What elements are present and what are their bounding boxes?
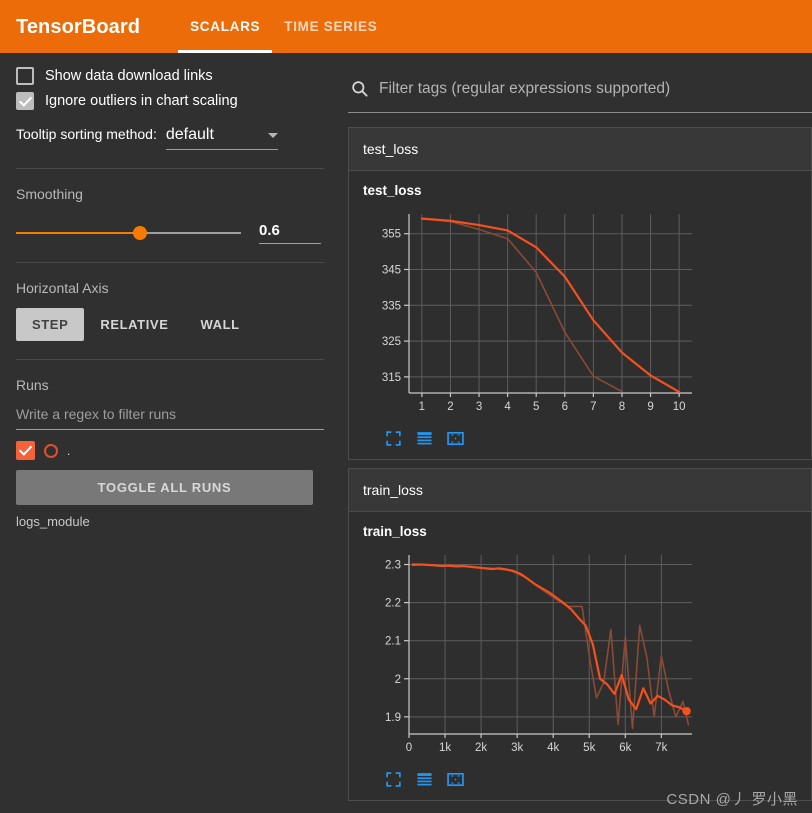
chart-card-body: test_loss 315 325 335 345 355 1 2 3 4 5 6 7 8 9 10 bbox=[349, 171, 811, 459]
chart-svg: 1.9 2 2.1 2.2 2.3 0 1k 2k 3k 4k 5k 6k 7k bbox=[385, 555, 692, 754]
svg-text:0: 0 bbox=[406, 742, 412, 754]
svg-text:2: 2 bbox=[447, 401, 453, 413]
tensorboard-app: TensorBoard SCALARS TIME SERIES Show dat… bbox=[0, 0, 812, 813]
svg-text:1.9: 1.9 bbox=[385, 712, 401, 724]
axis-option-wall[interactable]: WALL bbox=[184, 308, 255, 341]
tooltip-sorting-row: Tooltip sorting method: default bbox=[16, 126, 324, 150]
svg-text:1: 1 bbox=[419, 401, 425, 413]
ignore-outliers-row[interactable]: Ignore outliers in chart scaling bbox=[16, 92, 324, 110]
logs-directory-label: logs_module bbox=[16, 514, 90, 529]
svg-text:355: 355 bbox=[382, 229, 401, 241]
tag-filter-input[interactable]: Filter tags (regular expressions support… bbox=[379, 80, 670, 98]
svg-text:7k: 7k bbox=[655, 742, 667, 754]
svg-text:2k: 2k bbox=[475, 742, 487, 754]
main-tabs: SCALARS TIME SERIES bbox=[178, 0, 389, 53]
fit-domain-icon[interactable] bbox=[447, 430, 464, 447]
data-table-icon[interactable] bbox=[416, 430, 433, 447]
chart-card-test-loss: test_loss test_loss 315 325 335 345 355 1 2 3 4 5… bbox=[348, 127, 812, 460]
svg-text:8: 8 bbox=[619, 401, 625, 413]
runs-label: Runs bbox=[16, 377, 49, 393]
app-header: TensorBoard SCALARS TIME SERIES bbox=[0, 0, 812, 53]
svg-text:325: 325 bbox=[382, 336, 401, 348]
divider-2 bbox=[16, 262, 324, 263]
axis-option-step[interactable]: STEP bbox=[16, 308, 85, 341]
axis-option-relative[interactable]: RELATIVE bbox=[84, 308, 184, 341]
divider-1 bbox=[16, 168, 324, 169]
svg-text:6: 6 bbox=[562, 401, 568, 413]
toggle-all-runs-button[interactable]: TOGGLE ALL RUNS bbox=[16, 470, 313, 505]
tooltip-sorting-label: Tooltip sorting method: bbox=[16, 126, 157, 142]
svg-text:4k: 4k bbox=[547, 742, 559, 754]
chart-plot-train-loss[interactable]: 1.9 2 2.1 2.2 2.3 0 1k 2k 3k 4k 5k 6k 7k bbox=[363, 545, 811, 765]
slider-thumb[interactable] bbox=[132, 226, 147, 240]
horizontal-axis-options: STEP RELATIVE WALL bbox=[16, 308, 324, 341]
show-download-links-label: Show data download links bbox=[45, 68, 213, 84]
expand-icon[interactable] bbox=[385, 430, 402, 447]
chart-card-header[interactable]: train_loss bbox=[349, 469, 811, 512]
data-table-icon[interactable] bbox=[416, 771, 433, 788]
chart-plot-test-loss[interactable]: 315 325 335 345 355 1 2 3 4 5 6 7 8 9 10 bbox=[363, 204, 811, 424]
chevron-down-icon bbox=[267, 132, 278, 138]
app-brand: TensorBoard bbox=[16, 16, 141, 38]
fit-domain-icon[interactable] bbox=[447, 771, 464, 788]
show-download-links-checkbox[interactable] bbox=[16, 67, 34, 85]
svg-text:9: 9 bbox=[647, 401, 653, 413]
slider-fill bbox=[16, 232, 140, 234]
ignore-outliers-label: Ignore outliers in chart scaling bbox=[45, 93, 238, 109]
svg-text:10: 10 bbox=[673, 401, 686, 413]
svg-text:1k: 1k bbox=[439, 742, 451, 754]
chart-card-body: train_loss 1.9 2 2.1 2.2 2.3 0 1k 2k 3k 4k 5k 6k 7k bbox=[349, 512, 811, 800]
tooltip-sorting-select[interactable]: default bbox=[165, 126, 278, 150]
chart-toolbar bbox=[363, 424, 811, 451]
expand-icon[interactable] bbox=[385, 771, 402, 788]
runs-filter-input[interactable]: Write a regex to filter runs bbox=[16, 406, 324, 430]
run-item[interactable]: . bbox=[16, 441, 324, 460]
chart-card-header[interactable]: test_loss bbox=[349, 128, 811, 171]
app-body: Show data download links Ignore outliers… bbox=[0, 53, 812, 813]
svg-text:4: 4 bbox=[504, 401, 511, 413]
svg-text:315: 315 bbox=[382, 372, 401, 384]
chart-title: test_loss bbox=[363, 183, 422, 198]
tab-time-series[interactable]: TIME SERIES bbox=[272, 0, 389, 53]
smoothing-slider[interactable] bbox=[16, 226, 241, 240]
svg-text:2.2: 2.2 bbox=[385, 598, 401, 610]
svg-text:2: 2 bbox=[395, 674, 401, 686]
smoothing-label: Smoothing bbox=[16, 186, 83, 202]
svg-text:3k: 3k bbox=[511, 742, 523, 754]
charts-container: test_loss test_loss 315 325 335 345 355 1 2 3 4 5… bbox=[348, 113, 812, 813]
run-name-label: . bbox=[67, 443, 71, 458]
watermark: CSDN @丿 罗小黑 bbox=[666, 791, 798, 808]
chart-title: train_loss bbox=[363, 524, 427, 539]
divider-3 bbox=[16, 359, 324, 360]
horizontal-axis-label: Horizontal Axis bbox=[16, 280, 109, 296]
svg-text:335: 335 bbox=[382, 300, 401, 312]
run-color-circle-icon bbox=[44, 443, 58, 458]
main-panel: Filter tags (regular expressions support… bbox=[340, 53, 812, 813]
tag-filter-bar[interactable]: Filter tags (regular expressions support… bbox=[348, 67, 812, 113]
run-checkbox[interactable] bbox=[16, 441, 35, 460]
svg-text:345: 345 bbox=[382, 264, 401, 276]
svg-text:3: 3 bbox=[476, 401, 482, 413]
ignore-outliers-checkbox[interactable] bbox=[16, 92, 34, 110]
smoothing-row: 0.6 bbox=[16, 222, 324, 244]
chart-svg: 3153253353453551 2 3 4 5 6 7 8 9 10 bbox=[382, 214, 692, 413]
svg-text:2.3: 2.3 bbox=[385, 560, 401, 572]
tooltip-sorting-value: default bbox=[165, 126, 214, 143]
svg-text:5k: 5k bbox=[583, 742, 595, 754]
show-download-links-row[interactable]: Show data download links bbox=[16, 67, 324, 85]
svg-text:6k: 6k bbox=[619, 742, 631, 754]
smoothing-value-input[interactable]: 0.6 bbox=[259, 222, 321, 244]
chart-card-train-loss: train_loss train_loss 1.9 2 2.1 2.2 2.3 0 1k 2k… bbox=[348, 468, 812, 801]
svg-text:2.1: 2.1 bbox=[385, 636, 401, 648]
settings-sidebar: Show data download links Ignore outliers… bbox=[0, 53, 340, 813]
search-icon bbox=[350, 79, 369, 98]
tab-scalars[interactable]: SCALARS bbox=[178, 0, 273, 53]
svg-text:5: 5 bbox=[533, 401, 539, 413]
svg-text:7: 7 bbox=[590, 401, 596, 413]
